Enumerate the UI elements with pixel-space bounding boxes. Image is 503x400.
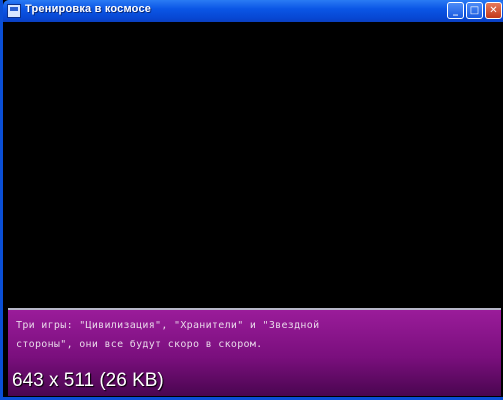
window-title: Тренировка в космосе [25, 3, 152, 15]
dialog-box[interactable]: Три игры: "Цивилизация", "Хранители" и "… [8, 308, 501, 396]
image-size-caption: 643 x 511 (26 KB) [12, 370, 164, 391]
close-button[interactable]: ✕ [485, 2, 502, 19]
application-window: Тренировка в космосе _ □ ✕ Три игры: "Ци… [0, 0, 503, 400]
game-viewport[interactable]: Три игры: "Цивилизация", "Хранители" и "… [6, 22, 503, 397]
title-bar[interactable]: Тренировка в космосе _ □ ✕ [3, 0, 503, 22]
app-icon [7, 4, 21, 18]
minimize-button[interactable]: _ [447, 2, 464, 19]
dialog-text-line-2: стороны", они все будут скоро в скором. [16, 339, 263, 350]
maximize-button[interactable]: □ [466, 2, 483, 19]
dialog-text-line-1: Три игры: "Цивилизация", "Хранители" и "… [16, 320, 320, 331]
